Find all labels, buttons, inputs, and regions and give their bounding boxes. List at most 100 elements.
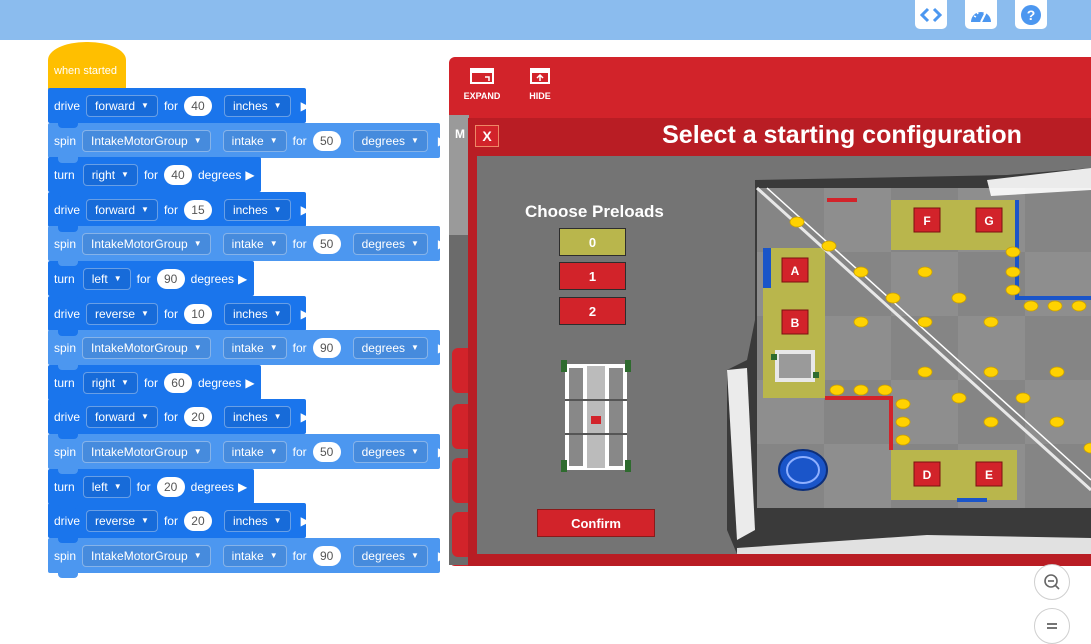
side-tool-3[interactable] xyxy=(452,458,469,503)
direction-dropdown[interactable]: forward ▼ xyxy=(86,405,158,428)
direction-dropdown[interactable]: intake ▼ xyxy=(222,232,287,255)
run-block-icon[interactable]: ▶ xyxy=(438,445,447,459)
value-input[interactable]: 20 xyxy=(183,510,212,531)
direction-dropdown[interactable]: reverse ▼ xyxy=(86,302,158,325)
value-input[interactable]: 50 xyxy=(312,130,341,151)
direction-dropdown[interactable]: reverse ▼ xyxy=(86,509,158,532)
value-input[interactable]: 40 xyxy=(163,164,192,185)
spin-block[interactable]: spin IntakeMotorGroup ▼ intake ▼ for 50 degrees… xyxy=(48,123,447,163)
value-input[interactable]: 10 xyxy=(183,303,212,324)
motor-dropdown[interactable]: IntakeMotorGroup ▼ xyxy=(82,232,211,255)
turn-block[interactable]: turn right ▼ for 40 degrees ▶ xyxy=(48,157,261,197)
motor-dropdown[interactable]: IntakeMotorGroup ▼ xyxy=(82,129,211,152)
direction-dropdown[interactable]: intake ▼ xyxy=(222,440,287,463)
hide-button[interactable]: HIDE xyxy=(515,67,565,101)
run-block-icon[interactable]: ▶ xyxy=(301,514,310,528)
drive-block[interactable]: drive forward ▼ for 15 inches ▼ ▶ xyxy=(48,192,310,232)
spin-block[interactable]: spin IntakeMotorGroup ▼ intake ▼ for 50 degrees… xyxy=(48,226,447,266)
field-map[interactable]: A B D E F G xyxy=(727,160,1091,554)
spin-block[interactable]: spin IntakeMotorGroup ▼ intake ▼ for 90 degrees… xyxy=(48,330,447,370)
caret-down-icon: ▼ xyxy=(269,239,278,248)
help-icon[interactable]: ? xyxy=(1015,0,1047,29)
when-started-hat-block[interactable]: when started xyxy=(48,42,126,89)
side-tool-4[interactable] xyxy=(452,512,469,557)
preload-option-2[interactable]: 2 xyxy=(559,297,626,325)
turn-block[interactable]: turn left ▼ for 20 degrees ▶ xyxy=(48,469,254,509)
run-block-icon[interactable]: ▶ xyxy=(301,203,310,217)
direction-dropdown[interactable]: forward ▼ xyxy=(86,198,158,221)
start-position-a[interactable]: A xyxy=(791,264,800,278)
run-block-icon[interactable]: ▶ xyxy=(301,410,310,424)
close-button[interactable]: X xyxy=(475,125,499,147)
turn-block[interactable]: turn left ▼ for 90 degrees ▶ xyxy=(48,261,254,301)
value-input[interactable]: 50 xyxy=(312,441,341,462)
unit-dropdown[interactable]: inches ▼ xyxy=(223,509,291,532)
confirm-button[interactable]: Confirm xyxy=(537,509,655,537)
direction-dropdown[interactable]: right ▼ xyxy=(82,371,138,394)
run-block-icon[interactable]: ▶ xyxy=(245,376,254,390)
direction-dropdown[interactable]: intake ▼ xyxy=(222,544,287,567)
unit-dropdown[interactable]: degrees ▼ xyxy=(352,129,428,152)
start-position-g[interactable]: G xyxy=(984,214,993,228)
value-input[interactable]: 90 xyxy=(312,337,341,358)
value-input[interactable]: 15 xyxy=(183,199,212,220)
run-block-icon[interactable]: ▶ xyxy=(245,168,254,182)
direction-dropdown[interactable]: right ▼ xyxy=(82,163,138,186)
run-block-icon[interactable]: ▶ xyxy=(438,549,447,563)
drive-block[interactable]: drive reverse ▼ for 20 inches ▼ ▶ xyxy=(48,503,310,543)
spin-block[interactable]: spin IntakeMotorGroup ▼ intake ▼ for 90 degrees… xyxy=(48,538,447,578)
motor-dropdown[interactable]: IntakeMotorGroup ▼ xyxy=(82,544,211,567)
motor-dropdown[interactable]: IntakeMotorGroup ▼ xyxy=(82,336,211,359)
unit-dropdown[interactable]: inches ▼ xyxy=(223,94,291,117)
start-position-e[interactable]: E xyxy=(985,468,993,482)
start-position-b[interactable]: B xyxy=(791,316,800,330)
value-input[interactable]: 90 xyxy=(156,268,185,289)
drive-block[interactable]: drive forward ▼ for 40 inches ▼ ▶ xyxy=(48,88,310,128)
run-block-icon[interactable]: ▶ xyxy=(301,99,310,113)
value-input[interactable]: 20 xyxy=(156,476,185,497)
direction-dropdown[interactable]: left ▼ xyxy=(82,267,131,290)
for-label: for xyxy=(292,548,307,563)
drive-block[interactable]: drive forward ▼ for 20 inches ▼ ▶ xyxy=(48,399,310,439)
run-block-icon[interactable]: ▶ xyxy=(238,480,247,494)
value-input[interactable]: 50 xyxy=(312,233,341,254)
direction-dropdown[interactable]: forward ▼ xyxy=(86,94,158,117)
expand-button[interactable]: EXPAND xyxy=(457,67,507,101)
start-position-d[interactable]: D xyxy=(923,468,932,482)
preload-option-0[interactable]: 0 xyxy=(559,228,626,256)
code-icon[interactable] xyxy=(915,0,947,29)
value-input[interactable]: 40 xyxy=(183,95,212,116)
direction-dropdown[interactable]: left ▼ xyxy=(82,475,131,498)
side-tool-2[interactable] xyxy=(452,404,469,449)
unit-dropdown[interactable]: degrees ▼ xyxy=(352,544,428,567)
equals-icon xyxy=(1047,623,1057,629)
modal-body: Choose Preloads 0 1 2 Confirm A B D E F … xyxy=(477,156,1091,554)
caret-down-icon: ▼ xyxy=(121,170,129,179)
direction-dropdown[interactable]: intake ▼ xyxy=(222,129,287,152)
drive-block[interactable]: drive reverse ▼ for 10 inches ▼ ▶ xyxy=(48,296,310,336)
motor-dropdown[interactable]: IntakeMotorGroup ▼ xyxy=(82,440,211,463)
unit-dropdown[interactable]: inches ▼ xyxy=(223,405,291,428)
zoom-out-button[interactable] xyxy=(1034,564,1070,600)
run-block-icon[interactable]: ▶ xyxy=(438,134,447,148)
direction-dropdown[interactable]: intake ▼ xyxy=(222,336,287,359)
run-block-icon[interactable]: ▶ xyxy=(238,272,247,286)
value-input[interactable]: 90 xyxy=(312,545,341,566)
unit-dropdown[interactable]: degrees ▼ xyxy=(352,440,428,463)
side-tool-1[interactable] xyxy=(452,348,469,393)
turn-block[interactable]: turn right ▼ for 60 degrees ▶ xyxy=(48,365,261,405)
run-block-icon[interactable]: ▶ xyxy=(438,341,447,355)
preload-option-1[interactable]: 1 xyxy=(559,262,626,290)
dashboard-icon[interactable] xyxy=(965,0,997,29)
value-input[interactable]: 20 xyxy=(183,406,212,427)
run-block-icon[interactable]: ▶ xyxy=(301,307,310,321)
start-position-f[interactable]: F xyxy=(923,214,930,228)
spin-block[interactable]: spin IntakeMotorGroup ▼ intake ▼ for 50 degrees… xyxy=(48,434,447,474)
zoom-reset-button[interactable] xyxy=(1034,608,1070,644)
value-input[interactable]: 60 xyxy=(163,372,192,393)
unit-dropdown[interactable]: degrees ▼ xyxy=(352,336,428,359)
unit-dropdown[interactable]: degrees ▼ xyxy=(352,232,428,255)
unit-dropdown[interactable]: inches ▼ xyxy=(223,198,291,221)
run-block-icon[interactable]: ▶ xyxy=(438,237,447,251)
unit-dropdown[interactable]: inches ▼ xyxy=(223,302,291,325)
